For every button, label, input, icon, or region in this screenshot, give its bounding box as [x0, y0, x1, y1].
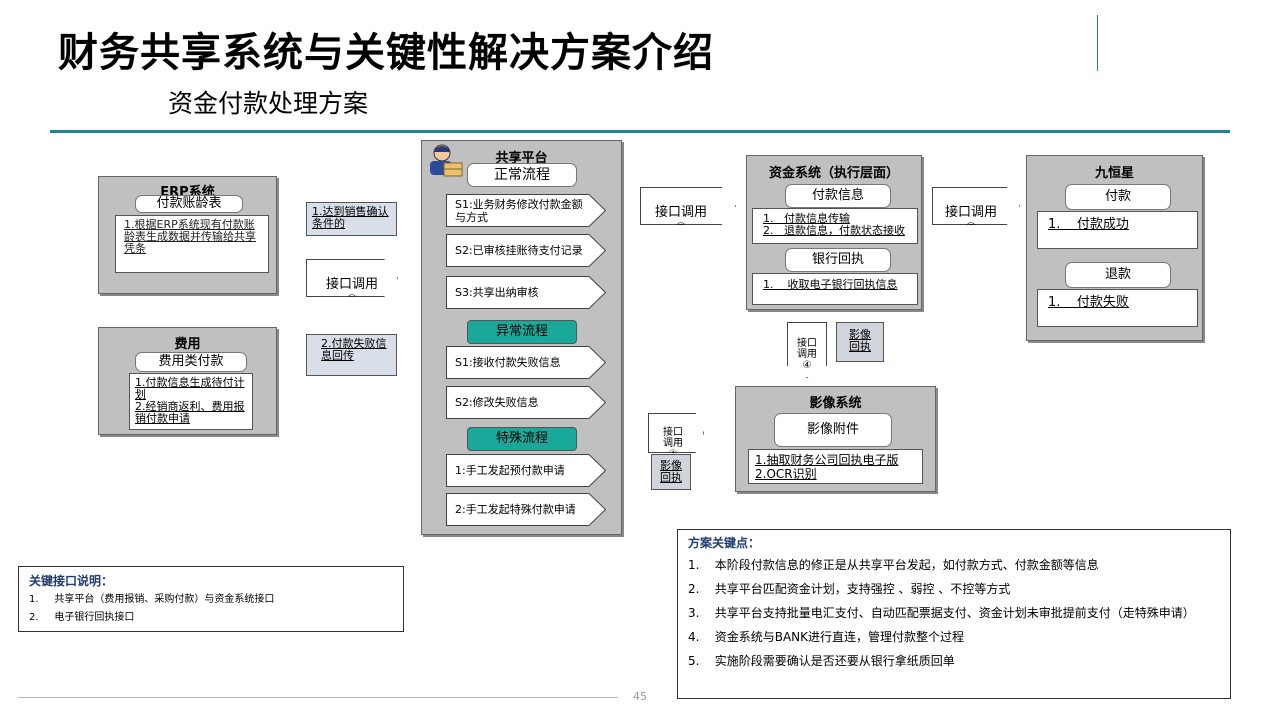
fee-system-title: 费用	[174, 337, 201, 352]
fund-system-title: 资金系统（执行层面）	[768, 166, 899, 181]
abnormal-step-2: S2:修改失败信息	[446, 386, 606, 419]
imaging-list: 1.抽取财务公司回执电子版 2.OCR识别	[748, 449, 923, 484]
special-step-2-text: 2:手工发起特殊付款申请	[455, 503, 576, 516]
abnormal-step-2-text: S2:修改失败信息	[455, 396, 539, 409]
fee-content: 1.付款信息生成待付计划 2.经销商返利、费用报销付款申请	[129, 373, 253, 430]
erp-aging-pill: 付款账龄表	[135, 195, 243, 213]
key-point-item: 5. 实施阶段需要确认是否还要从银行拿纸质回单	[688, 654, 955, 668]
key-points-title: 方案关键点：	[688, 536, 761, 550]
key-interface-item: 1. 共享平台（费用报销、采购付款）与资金系统接口	[29, 594, 275, 605]
special-step-2: 2:手工发起特殊付款申请	[446, 493, 606, 526]
interface-call-1-text: 接口调用 ①	[325, 277, 378, 308]
normal-flow-pill: 正常流程	[467, 163, 577, 187]
imaging-item-1: 1.抽取财务公司回执电子版	[755, 453, 899, 467]
page-number: 45	[633, 690, 647, 703]
page-subtitle: 资金付款处理方案	[168, 89, 369, 118]
nine-star-box: 九恒星 付款 1. 付款成功 退款 1. 付款失败	[1026, 155, 1203, 341]
bank-receipt-pill: 银行回执	[785, 248, 891, 272]
fee-system-box: 费用 费用类付款 1.付款信息生成待付计划 2.经销商返利、费用报销付款申请	[98, 327, 277, 435]
fund-info-item-2: 2. 退款信息，付款状态接收	[763, 224, 905, 237]
special-flow-pill: 特殊流程	[467, 427, 577, 451]
interface-call-4-down-arrow: 接口 调用 ④	[787, 322, 827, 378]
interface-call-3-text: 接口调用 ③	[944, 205, 997, 236]
normal-step-2-text: S2:已审核挂账待支付记录	[455, 244, 583, 257]
special-step-1-text: 1:手工发起预付款申请	[455, 464, 565, 477]
erp-system-box: ERP系统 付款账龄表 1.根据ERP系统现有付款账龄表生成数据并传输给共享凭条	[98, 176, 277, 294]
refund-pill: 退款	[1065, 262, 1171, 288]
nine-star-title: 九恒星	[1094, 166, 1134, 181]
payment-fail-box: 1. 付款失败	[1037, 289, 1198, 327]
imaging-system-box: 影像系统 影像附件 1.抽取财务公司回执电子版 2.OCR识别	[735, 386, 936, 492]
interface-call-2-arrow: 接口调用 ②	[640, 187, 736, 225]
special-step-1: 1:手工发起预付款申请	[446, 454, 606, 487]
abnormal-step-1-text: S1:接收付款失败信息	[455, 356, 561, 369]
page-title: 财务共享系统与关键性解决方案介绍	[58, 30, 714, 76]
payment-success-text: 1. 付款成功	[1048, 217, 1129, 232]
key-point-item: 2. 共享平台匹配资金计划，支持强控 、弱控 、不控等方式	[688, 582, 1011, 596]
interface-call-4-arrow: 接口 调用 ④	[648, 413, 704, 453]
fund-info-list: 1. 付款信息传输 2. 退款信息，付款状态接收	[752, 208, 918, 244]
interface-call-2-text: 接口调用 ②	[654, 205, 707, 236]
key-interfaces-title: 关键接口说明：	[29, 574, 114, 588]
key-interfaces-box: 关键接口说明： 1. 共享平台（费用报销、采购付款）与资金系统接口 2. 电子银…	[18, 566, 404, 632]
normal-step-1-text: S1:业务财务修改付款金额与方式	[455, 197, 583, 224]
interface-call-3-arrow: 接口调用 ③	[932, 187, 1020, 225]
normal-step-3: S3:共享出纳审核	[446, 276, 606, 309]
payment-success-box: 1. 付款成功	[1037, 211, 1198, 249]
abnormal-flow-pill: 异常流程	[467, 320, 577, 344]
key-points-box: 方案关键点： 1. 本阶段付款信息的修正是从共享平台发起，如付款方式、付款金额等…	[677, 529, 1231, 699]
interface-call-1-arrow: 接口调用 ①	[306, 259, 398, 297]
image-receipt-label-2: 影像回执	[651, 454, 691, 490]
payment-info-pill: 付款信息	[785, 184, 891, 208]
footer-line-left	[18, 697, 618, 698]
normal-step-1: S1:业务财务修改付款金额与方式	[446, 194, 606, 227]
image-receipt-label-1: 影像回执	[836, 322, 884, 362]
abnormal-step-1: S1:接收付款失败信息	[446, 346, 606, 379]
key-point-item: 3. 共享平台支持批量电汇支付、自动匹配票据支付、资金计划未审批提前支付（走特殊…	[688, 606, 1195, 620]
shared-platform-box: 共享平台 正常流程 S1:业务财务修改付款金额与方式 S2:已审核挂账待支付记录…	[421, 140, 622, 535]
payment-pill: 付款	[1065, 184, 1171, 210]
payment-fail-text: 1. 付款失败	[1048, 295, 1129, 310]
normal-step-2: S2:已审核挂账待支付记录	[446, 234, 606, 267]
key-point-item: 4. 资金系统与BANK进行直连，管理付款整个过程	[688, 630, 964, 644]
fee-payment-pill: 费用类付款	[135, 352, 247, 372]
normal-step-3-text: S3:共享出纳审核	[455, 286, 539, 299]
key-point-item: 1. 本阶段付款信息的修正是从共享平台发起，如付款方式、付款金额等信息	[688, 558, 1099, 572]
imaging-item-2: 2.OCR识别	[755, 467, 817, 481]
interface-call-4-down-text: 接口 调用 ④	[797, 338, 817, 371]
bank-receipt-item-1: 1. 收取电子银行回执信息	[763, 278, 898, 291]
image-attachment-pill: 影像附件	[774, 413, 892, 447]
title-divider	[50, 130, 1230, 133]
header-accent-line	[1097, 15, 1098, 71]
payment-fail-label: 2.付款失败信息回传	[306, 334, 397, 376]
imaging-system-title: 影像系统	[809, 396, 862, 411]
key-interface-item: 2. 电子银行回执接口	[29, 612, 135, 623]
bank-receipt-list: 1. 收取电子银行回执信息	[752, 273, 918, 305]
erp-content: 1.根据ERP系统现有付款账龄表生成数据并传输给共享凭条	[115, 215, 269, 273]
sales-confirm-label: 1.达到销售确认条件的	[306, 202, 397, 236]
fund-system-box: 资金系统（执行层面） 付款信息 1. 付款信息传输 2. 退款信息，付款状态接收…	[746, 155, 922, 310]
